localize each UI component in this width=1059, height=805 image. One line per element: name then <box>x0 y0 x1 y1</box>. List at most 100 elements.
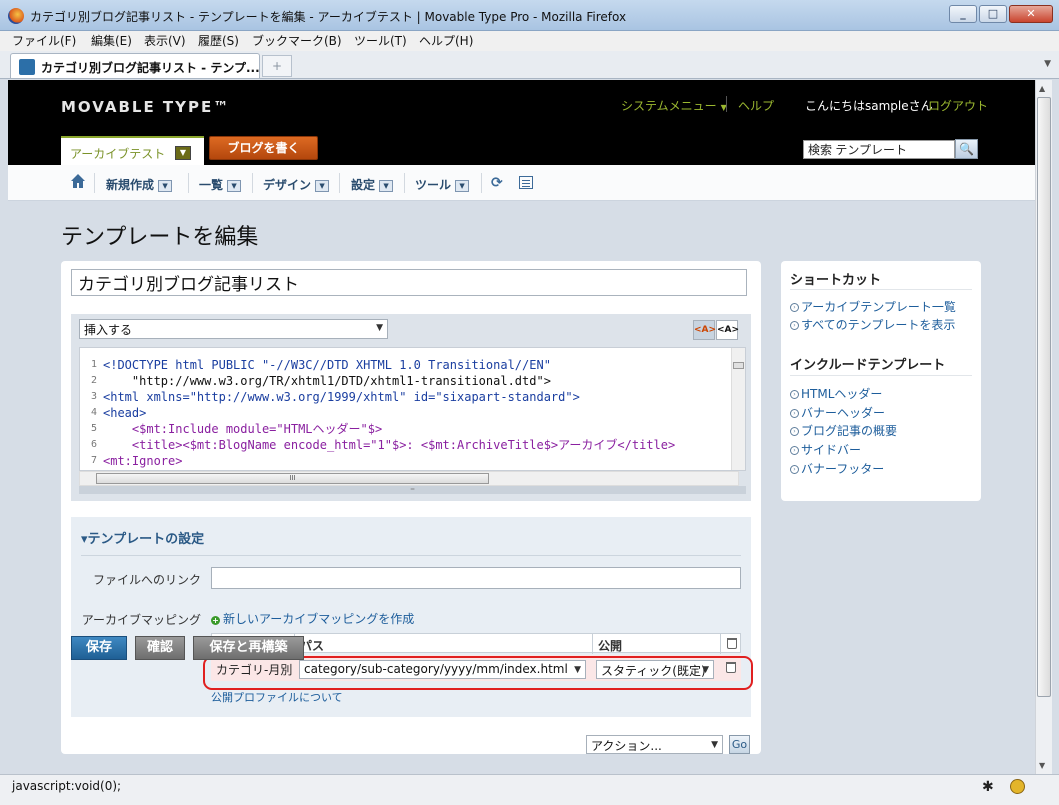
settings-heading[interactable]: ▾テンプレートの設定 <box>81 528 204 547</box>
scroll-thumb[interactable] <box>1037 97 1051 697</box>
search-button[interactable]: 🔍 <box>955 139 978 159</box>
home-icon[interactable] <box>70 173 86 189</box>
mt-header: MOVABLE TYPE™ システムメニュー ▼ ヘルプ こんにちはsampleさ… <box>8 80 1035 165</box>
code-editor[interactable]: 1 2 3 4 5 6 7 <!DOCTYPE html PUBLIC "-//… <box>79 347 746 471</box>
template-name-input[interactable] <box>71 269 747 296</box>
new-archive-mapping-link[interactable]: + 新しいアーカイブマッピングを作成 <box>211 610 414 627</box>
menu-edit[interactable]: 編集(E) <box>91 32 132 49</box>
shortcut-heading: ショートカット <box>790 273 882 288</box>
movable-type-favicon <box>19 59 35 75</box>
movable-type-logo[interactable]: MOVABLE TYPE™ <box>61 98 230 116</box>
window-titlebar: カテゴリ別ブログ記事リスト - テンプレートを編集 - アーカイブテスト | M… <box>0 0 1059 31</box>
scroll-thumb[interactable]: III <box>96 473 489 484</box>
divider <box>790 289 972 290</box>
line-number: 4 <box>90 407 97 418</box>
shortcut-label: アーカイブテンプレート一覧 <box>801 300 956 314</box>
bullet-icon: › <box>790 409 799 418</box>
nav-divider <box>94 173 95 193</box>
chevron-down-icon: ▼ <box>227 179 242 192</box>
go-button[interactable]: Go <box>729 735 750 754</box>
code-line: <mt:Ignore> <box>103 454 183 468</box>
trash-icon[interactable] <box>727 638 737 649</box>
file-link-label: ファイルへのリンク <box>92 573 201 587</box>
chevron-down-icon: ▼ <box>158 179 173 192</box>
shortcut-link[interactable]: › アーカイブテンプレート一覧 <box>790 298 956 315</box>
menu-help[interactable]: ヘルプ(H) <box>419 32 473 49</box>
nav-settings[interactable]: 設定 ▼ <box>351 176 394 193</box>
preview-button[interactable]: 確認 <box>135 636 185 660</box>
line-number: 1 <box>90 359 97 370</box>
include-link[interactable]: › サイドバー <box>790 441 861 458</box>
shortcut-link[interactable]: › すべてのテンプレートを表示 <box>790 316 955 333</box>
include-label: バナーヘッダー <box>801 406 886 420</box>
search-icon: 🔍 <box>959 142 974 156</box>
code-line: <!DOCTYPE html PUBLIC "-//W3C//DTD XHTML… <box>103 358 551 372</box>
column-divider <box>720 634 721 654</box>
include-link[interactable]: › ブログ記事の概要 <box>790 422 897 439</box>
template-settings-section: ▾テンプレートの設定 ファイルへのリンク アーカイブマッピング + 新しいアーカイ… <box>71 517 753 717</box>
nav-list-label: 一覧 <box>199 178 224 192</box>
status-bar: javascript:void(0); ✱ <box>0 774 1059 805</box>
chevron-down-icon: ▼ <box>315 179 330 192</box>
line-number: 2 <box>90 375 97 386</box>
include-link[interactable]: › HTMLヘッダー <box>790 385 882 402</box>
scroll-thumb[interactable] <box>733 362 744 369</box>
blog-switcher[interactable]: アーカイブテスト ▼ <box>61 136 204 165</box>
menu-tools[interactable]: ツール(T) <box>354 32 407 49</box>
write-entry-button[interactable]: ブログを書く <box>209 136 318 160</box>
plain-text-toggle[interactable]: <A> <box>716 320 739 340</box>
logout-link[interactable]: ログアウト <box>928 97 988 114</box>
save-button[interactable]: 保存 <box>71 636 127 660</box>
menu-file[interactable]: ファイル(F) <box>12 32 76 49</box>
tab-list-chevron-icon[interactable]: ▼ <box>1044 59 1051 69</box>
new-mapping-label: 新しいアーカイブマッピングを作成 <box>223 612 415 626</box>
browser-tab[interactable]: カテゴリ別ブログ記事リスト - テンプ... <box>10 53 260 78</box>
list-view-icon[interactable] <box>519 176 533 189</box>
search-input[interactable] <box>803 140 955 159</box>
system-menu-label: システムメニュー <box>621 99 717 113</box>
page-vertical-scrollbar[interactable]: ▲ ▼ <box>1035 80 1052 774</box>
editor-resize-handle[interactable]: ═ <box>79 486 746 494</box>
syntax-highlight-toggle[interactable]: <A> <box>693 320 716 340</box>
chevron-down-icon[interactable]: ▼ <box>175 146 191 160</box>
addon-face-icon[interactable] <box>1010 779 1025 794</box>
refresh-icon[interactable]: ⟳ <box>491 175 503 191</box>
publish-profile-link[interactable]: 公開プロファイルについて <box>211 689 343 705</box>
save-and-rebuild-button[interactable]: 保存と再構築 <box>193 636 304 660</box>
help-link[interactable]: ヘルプ <box>738 97 774 114</box>
include-link[interactable]: › バナーヘッダー <box>790 404 885 421</box>
nav-tools[interactable]: ツール ▼ <box>415 176 470 193</box>
line-number: 6 <box>90 439 97 450</box>
nav-create[interactable]: 新規作成 ▼ <box>106 176 173 193</box>
nav-design-label: デザイン <box>263 178 312 192</box>
nav-list[interactable]: 一覧 ▼ <box>199 176 242 193</box>
system-menu-link[interactable]: システムメニュー ▼ <box>621 97 727 114</box>
menu-view[interactable]: 表示(V) <box>144 32 186 49</box>
action-select[interactable]: アクション... ▼ <box>586 735 723 754</box>
insert-select[interactable]: 挿入する ▼ <box>79 319 388 339</box>
code-horizontal-scrollbar[interactable]: III <box>79 471 739 486</box>
code-line: <$mt:Include module="HTMLヘッダー"$> <box>103 422 383 436</box>
close-button[interactable]: ✕ <box>1009 5 1053 23</box>
include-link[interactable]: › バナーフッター <box>790 460 884 477</box>
nav-divider <box>252 173 253 193</box>
minimize-button[interactable]: _ <box>949 5 977 23</box>
maximize-button[interactable]: □ <box>979 5 1007 23</box>
nav-settings-label: 設定 <box>351 178 376 192</box>
code-vertical-scrollbar[interactable] <box>731 348 745 470</box>
menu-history[interactable]: 履歴(S) <box>198 32 239 49</box>
file-link-input[interactable] <box>211 567 741 589</box>
menu-bookmarks[interactable]: ブックマーク(B) <box>252 32 342 49</box>
nav-design[interactable]: デザイン ▼ <box>263 176 330 193</box>
nav-divider <box>339 173 340 193</box>
nav-tools-label: ツール <box>415 178 452 192</box>
plus-icon: + <box>211 616 220 625</box>
code-line: <title><$mt:BlogName encode_html="1"$>: … <box>103 438 676 452</box>
bug-icon[interactable]: ✱ <box>982 779 994 795</box>
new-tab-button[interactable]: + <box>262 55 292 77</box>
archive-mapping-label: アーカイブマッピング <box>81 613 201 627</box>
scroll-up-icon[interactable]: ▲ <box>1039 84 1045 93</box>
code-line: <head> <box>103 406 147 420</box>
header-divider <box>726 96 727 112</box>
scroll-down-icon[interactable]: ▼ <box>1039 761 1045 770</box>
